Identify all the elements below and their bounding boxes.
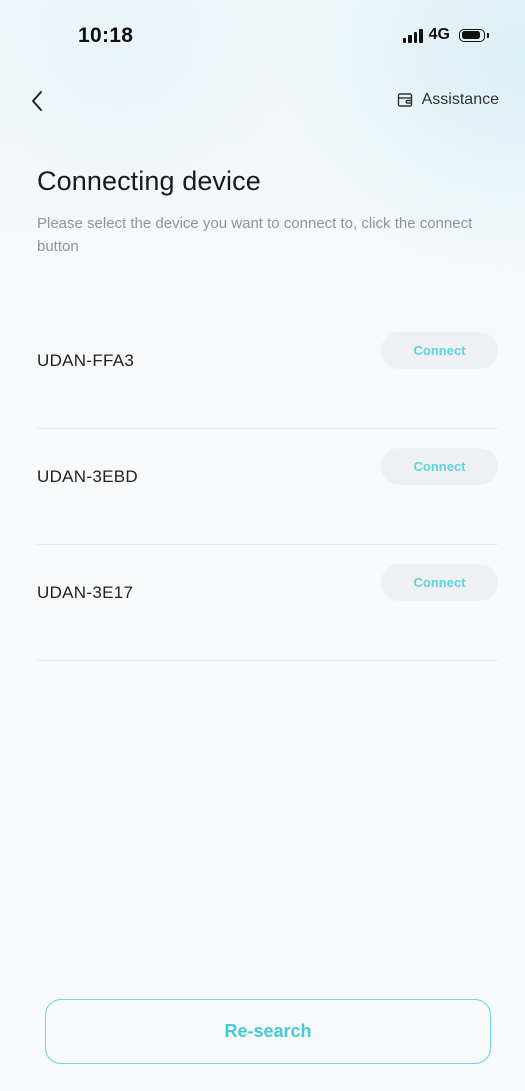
device-name: UDAN-3EBD — [37, 467, 138, 486]
device-row: UDAN-3EBD Connect — [37, 429, 498, 545]
connect-button[interactable]: Connect — [381, 448, 498, 485]
battery-tip — [487, 32, 489, 38]
assistance-button[interactable]: Assistance — [397, 91, 499, 109]
status-indicators: 4G — [402, 26, 489, 44]
back-button[interactable] — [24, 86, 52, 116]
connect-button[interactable]: Connect — [381, 564, 498, 601]
device-row: UDAN-3E17 Connect — [37, 545, 498, 661]
connect-button[interactable]: Connect — [381, 332, 498, 369]
assistance-label: Assistance — [421, 91, 499, 108]
status-time: 10:18 — [78, 24, 134, 47]
page-subtitle: Please select the device you want to con… — [37, 215, 473, 255]
screen: 10:18 4G Assistance Connecting device Pl… — [0, 0, 525, 1091]
nav-bar: Assistance — [0, 82, 525, 122]
page-title: Connecting device — [37, 166, 261, 196]
network-type: 4G — [428, 26, 450, 43]
battery-icon — [459, 28, 485, 42]
device-name: UDAN-FFA3 — [37, 351, 135, 370]
device-list: UDAN-FFA3 Connect UDAN-3EBD Connect UDAN… — [37, 313, 498, 661]
chevron-left-icon — [32, 91, 42, 111]
wallet-icon — [397, 93, 412, 107]
research-button[interactable]: Re-search — [45, 999, 491, 1064]
signal-icon — [402, 27, 423, 43]
device-row: UDAN-FFA3 Connect — [37, 313, 498, 429]
device-name: UDAN-3E17 — [37, 583, 134, 602]
status-bar: 10:18 4G — [0, 0, 525, 80]
